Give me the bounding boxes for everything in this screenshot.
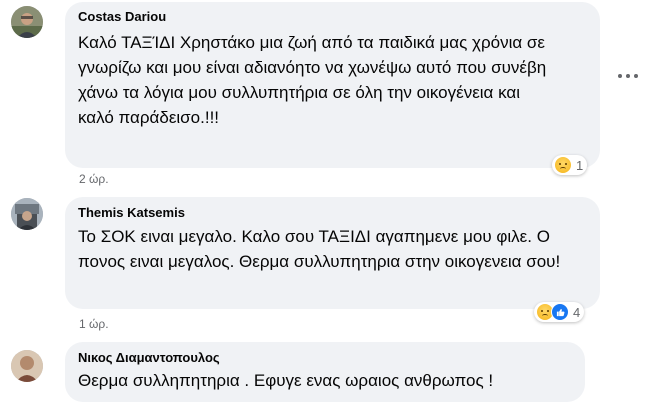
comment-text: Το ΣΟΚ ειναι μεγαλο. Καλο σου ΤΑΞΙΔΙ αγα… — [78, 227, 561, 271]
comment-bubble: Νικος Διαμαντοπουλος Θερμα συλληπητηρια … — [65, 342, 585, 402]
reaction-count: 4 — [573, 304, 581, 320]
reaction-summary[interactable]: 1 — [552, 155, 588, 175]
comment-bubble: Costas Dariou Καλό ΤΑΞΊΔΙ Χρηστάκο μια ζ… — [65, 2, 600, 168]
comment-timestamp[interactable]: 1 ώρ. — [79, 317, 109, 331]
avatar[interactable] — [11, 6, 43, 38]
reaction-summary[interactable]: 4 — [534, 302, 585, 322]
comment-bubble: Themis Katsemis Το ΣΟΚ ειναι μεγαλο. Καλ… — [65, 197, 600, 309]
avatar[interactable] — [11, 350, 43, 382]
more-options-icon[interactable] — [618, 72, 638, 80]
like-reaction-icon — [551, 303, 569, 321]
comment-author[interactable]: Costas Dariou — [78, 9, 587, 25]
comment-text: Θερμα συλληπητηρια . Εφυγε ενας ωραιος α… — [78, 371, 494, 390]
avatar-image — [11, 350, 43, 382]
reaction-count: 1 — [576, 157, 584, 173]
comment-author[interactable]: Νικος Διαμαντοπουλος — [78, 350, 572, 366]
comment-author[interactable]: Themis Katsemis — [78, 205, 587, 221]
comment-text: Καλό ΤΑΞΊΔΙ Χρηστάκο μια ζωή από τα παιδ… — [78, 33, 547, 127]
avatar-image — [11, 198, 43, 230]
avatar-image — [11, 6, 43, 38]
sad-reaction-icon — [554, 156, 572, 174]
avatar[interactable] — [11, 198, 43, 230]
comment-timestamp[interactable]: 2 ώρ. — [79, 172, 109, 186]
